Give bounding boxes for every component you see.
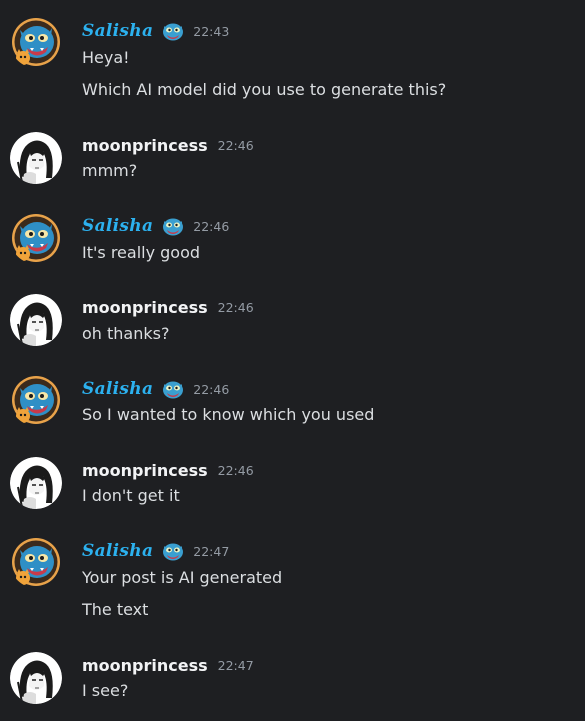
message-text: I see? [82, 681, 129, 700]
timestamp[interactable]: 22:46 [218, 300, 254, 315]
username-moonprincess[interactable]: moonprincess [82, 298, 208, 317]
username-moonprincess[interactable]: moonprincess [82, 136, 208, 155]
username-salisha[interactable]: Salisha [82, 379, 153, 399]
message-text: Which AI model did you use to generate t… [82, 80, 447, 99]
timestamp[interactable]: 22:47 [218, 658, 254, 673]
message-header: moonprincess 22:46 [82, 459, 254, 481]
message-text: I don't get it [82, 486, 180, 505]
username-moonprincess[interactable]: moonprincess [82, 656, 208, 675]
message-header: moonprincess 22:46 [82, 296, 254, 318]
message-header: Salisha 22:46 [82, 215, 229, 237]
timestamp[interactable]: 22:46 [218, 463, 254, 478]
moonprincess-avatar-icon[interactable] [10, 652, 62, 704]
blue-creature-badge-icon [161, 20, 185, 42]
message-header: moonprincess 22:47 [82, 654, 254, 676]
message-text: So I wanted to know which you used [82, 405, 375, 424]
blue-creature-badge-icon [161, 215, 185, 237]
salisha-avatar-icon[interactable] [10, 212, 62, 264]
timestamp[interactable]: 22:43 [193, 24, 229, 39]
message-header: Salisha 22:47 [82, 540, 229, 562]
username-salisha[interactable]: Salisha [82, 541, 153, 561]
salisha-avatar-icon[interactable] [10, 374, 62, 426]
message-text: Your post is AI generated [82, 568, 283, 587]
timestamp[interactable]: 22:46 [218, 138, 254, 153]
message-header: Salisha 22:43 [82, 20, 229, 42]
username-salisha[interactable]: Salisha [82, 216, 153, 236]
timestamp[interactable]: 22:47 [193, 544, 229, 559]
moonprincess-avatar-icon[interactable] [10, 457, 62, 509]
message-text: The text [82, 600, 149, 619]
timestamp[interactable]: 22:46 [193, 382, 229, 397]
blue-creature-badge-icon [161, 540, 185, 562]
message-header: Salisha 22:46 [82, 378, 229, 400]
message-text: Heya! [82, 48, 130, 67]
username-moonprincess[interactable]: moonprincess [82, 461, 208, 480]
message-text: mmm? [82, 161, 138, 180]
username-salisha[interactable]: Salisha [82, 21, 153, 41]
salisha-avatar-icon[interactable] [10, 536, 62, 588]
moonprincess-avatar-icon[interactable] [10, 294, 62, 346]
message-header: moonprincess 22:46 [82, 134, 254, 156]
message-text: oh thanks? [82, 324, 170, 343]
salisha-avatar-icon[interactable] [10, 16, 62, 68]
moonprincess-avatar-icon[interactable] [10, 132, 62, 184]
blue-creature-badge-icon [161, 378, 185, 400]
timestamp[interactable]: 22:46 [193, 219, 229, 234]
message-text: It's really good [82, 243, 201, 262]
